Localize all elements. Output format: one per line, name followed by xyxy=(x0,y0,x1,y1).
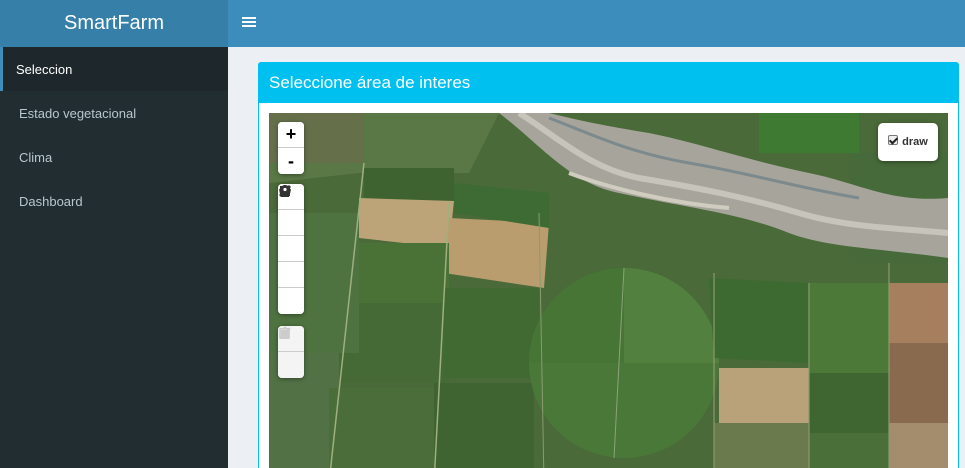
sidebar-item-estado-vegetacional[interactable]: Estado vegetacional xyxy=(0,91,228,135)
sidebar-item-label: Dashboard xyxy=(19,193,83,209)
panel-header: Seleccione área de interes xyxy=(259,63,958,103)
app-logo[interactable]: SmartFarm xyxy=(0,0,228,47)
panel-title: Seleccione área de interes xyxy=(269,73,471,92)
sidebar-item-clima[interactable]: Clima xyxy=(0,135,228,179)
zoom-in-button[interactable]: + xyxy=(278,122,304,148)
area-selection-panel: Seleccione área de interes + - draw xyxy=(258,62,959,468)
edit-toolbar xyxy=(278,326,304,378)
sidebar-item-label: Estado vegetacional xyxy=(19,105,137,121)
sidebar-item-label: Seleccion xyxy=(16,61,73,77)
circle-icon[interactable] xyxy=(278,185,304,288)
sidebar-item-dashboard[interactable]: Dashboard xyxy=(0,179,228,223)
polygon-icon[interactable] xyxy=(278,185,304,236)
marker-icon[interactable] xyxy=(278,185,304,314)
rectangle-icon[interactable] xyxy=(278,186,304,262)
zoom-control: + - xyxy=(278,122,304,174)
draw-layer-label: draw xyxy=(902,136,928,148)
sidebar-item-label: Clima xyxy=(19,149,53,165)
satellite-imagery xyxy=(269,113,948,468)
zoom-out-button[interactable]: - xyxy=(278,148,304,174)
layer-control[interactable]: draw xyxy=(878,123,938,161)
draw-layer-checkbox[interactable] xyxy=(888,135,899,145)
sidebar: Seleccion Estado vegetacional Clima Dash… xyxy=(0,47,228,468)
sidebar-item-seleccion[interactable]: Seleccion xyxy=(0,47,228,91)
draw-toolbar xyxy=(278,184,304,314)
app-title: SmartFarm xyxy=(64,12,164,34)
top-navbar xyxy=(228,0,965,47)
satellite-map[interactable]: + - draw xyxy=(269,113,948,468)
hamburger-icon[interactable] xyxy=(242,15,256,31)
trash-icon[interactable] xyxy=(278,326,304,378)
